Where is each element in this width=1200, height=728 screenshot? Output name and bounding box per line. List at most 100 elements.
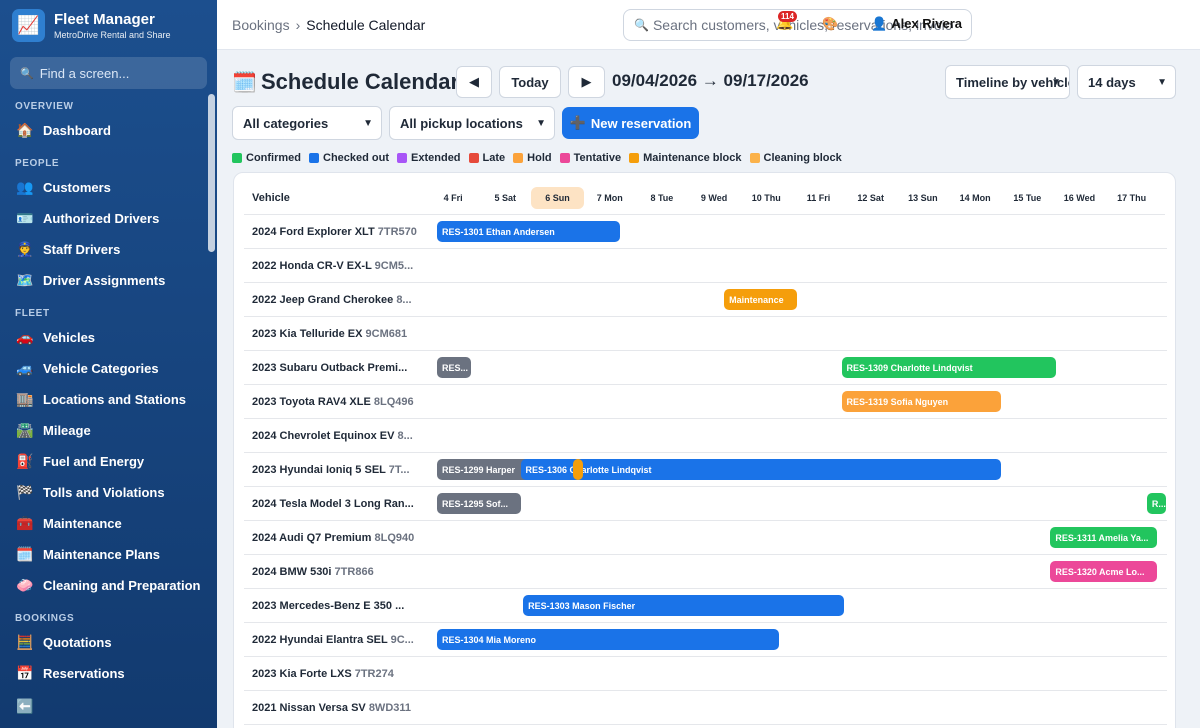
view-mode-select[interactable]: Timeline by vehicle ▼ xyxy=(945,65,1070,99)
next-range-button[interactable]: ▶ xyxy=(568,66,605,98)
sidebar-item-label: Vehicle Categories xyxy=(43,361,159,376)
vehicle-name[interactable]: 2023 Mercedes-Benz E 350 ... xyxy=(252,600,418,612)
sidebar-item-quotations[interactable]: 🧮 Quotations xyxy=(0,627,217,658)
sidebar-item-label: Mileage xyxy=(43,423,91,438)
vehicle-plate: 8WD311 xyxy=(368,702,412,714)
sidebar-item-authorized-drivers[interactable]: 🪪 Authorized Drivers xyxy=(0,203,217,234)
sidebar-item-cleaning-and-preparation[interactable]: 🧼 Cleaning and Preparation xyxy=(0,570,217,601)
vehicle-row[interactable]: 2024 BMW 530i 7TR866 xyxy=(244,555,1167,589)
day-column-header[interactable]: 4 Fri xyxy=(427,187,479,209)
sidebar-item-label: Maintenance xyxy=(43,516,122,531)
reservation-bar[interactable]: R... xyxy=(1146,493,1166,514)
nav-section-title: PEOPLE xyxy=(15,158,60,169)
vehicle-name[interactable]: 2024 Ford Explorer XLT 7TR570 xyxy=(252,226,418,238)
vehicle-row[interactable]: 2024 Tesla Model 3 Long Ran... xyxy=(244,487,1167,521)
sidebar-item-vehicles[interactable]: 🚗 Vehicles xyxy=(0,322,217,353)
reservation-bar[interactable]: RES-1320 Acme Lo... xyxy=(1050,561,1158,582)
legend-swatch xyxy=(397,153,408,163)
span-select[interactable]: 14 days ▼ xyxy=(1077,65,1176,99)
sidebar-item-vehicle-categories[interactable]: 🚙 Vehicle Categories xyxy=(0,353,217,384)
day-column-header[interactable]: 17 Thu xyxy=(1106,187,1158,209)
reservation-bar[interactable]: RES-1295 Sof... xyxy=(437,493,521,514)
suv-icon: 🚙 xyxy=(16,360,34,376)
sidebar-item-maintenance-plans[interactable]: 🗓️ Maintenance Plans xyxy=(0,539,217,570)
vehicle-name[interactable]: 2023 Hyundai Ioniq 5 SEL 7T... xyxy=(252,464,418,476)
nav-section-title: BOOKINGS xyxy=(15,613,75,624)
sidebar-item-tolls-and-violations[interactable]: 🏁 Tolls and Violations xyxy=(0,477,217,508)
vehicle-name[interactable]: 2023 Subaru Outback Premi... xyxy=(252,362,418,374)
day-column-header[interactable]: 5 Sat xyxy=(479,187,531,209)
reservation-bar[interactable]: RES-1319 Sofia Nguyen xyxy=(841,391,1001,412)
palette-icon[interactable]: 🎨 xyxy=(822,16,838,32)
day-column-header[interactable]: 16 Wed xyxy=(1053,187,1105,209)
vehicle-model: 2022 Jeep Grand Cherokee xyxy=(252,294,394,306)
vehicle-row[interactable]: 2022 Jeep Grand Cherokee 8... xyxy=(244,283,1167,317)
reservation-bar[interactable]: RES... xyxy=(437,357,471,378)
day-column-header[interactable]: 11 Fri xyxy=(792,187,844,209)
user-menu[interactable]: 👤 Alex Rivera xyxy=(871,16,962,32)
sidebar-item-reservations[interactable]: 📅 Reservations xyxy=(0,658,217,689)
collapse-sidebar-button[interactable]: ⬅️ xyxy=(0,691,217,722)
sidebar-item-locations-and-stations[interactable]: 🏬 Locations and Stations xyxy=(0,384,217,415)
reservation-bar[interactable]: RES-1306 Charlotte Lindqvist xyxy=(520,459,1001,480)
reservation-bar[interactable]: RES-1311 Amelia Ya... xyxy=(1050,527,1158,548)
vehicle-name[interactable]: 2024 Tesla Model 3 Long Ran... xyxy=(252,498,418,510)
reservation-bar[interactable]: RES-1309 Charlotte Lindqvist xyxy=(841,357,1056,378)
sidebar-item-driver-assignments[interactable]: 🗺️ Driver Assignments xyxy=(0,265,217,296)
vehicle-row[interactable]: 2022 Honda CR-V EX-L 9CM5... xyxy=(244,249,1167,283)
day-column-header[interactable]: 9 Wed xyxy=(688,187,740,209)
day-column-header[interactable]: 13 Sun xyxy=(897,187,949,209)
reservation-bar[interactable]: RES-1303 Mason Fischer xyxy=(523,595,845,616)
day-column-header[interactable]: 6 Sun xyxy=(531,187,584,209)
sidebar-item-maintenance[interactable]: 🧰 Maintenance xyxy=(0,508,217,539)
vehicle-name[interactable]: 2023 Kia Forte LXS 7TR274 xyxy=(252,668,418,680)
vehicle-name[interactable]: 2024 Audi Q7 Premium 8LQ940 xyxy=(252,532,418,544)
category-filter-select[interactable]: All categories ▼ xyxy=(232,106,382,140)
vehicle-name[interactable]: 2022 Hyundai Elantra SEL 9C... xyxy=(252,634,418,646)
vehicle-name[interactable]: 2023 Toyota RAV4 XLE 8LQ496 xyxy=(252,396,418,408)
vehicle-row[interactable]: 2024 Ford Explorer XLT 7TR570 xyxy=(244,215,1167,249)
brand[interactable]: 📈 Fleet Manager MetroDrive Rental and Sh… xyxy=(0,0,217,50)
vehicle-name[interactable]: 2023 Kia Telluride EX 9CM681 xyxy=(252,328,418,340)
day-column-header[interactable]: 10 Thu xyxy=(740,187,792,209)
vehicle-row[interactable]: 2023 Kia Forte LXS 7TR274 xyxy=(244,657,1167,691)
vehicle-name[interactable]: 2021 Nissan Versa SV 8WD311 xyxy=(252,702,418,714)
vehicle-model: 2024 Chevrolet Equinox EV xyxy=(252,430,395,442)
today-button[interactable]: Today xyxy=(499,66,561,98)
sidebar-item-staff-drivers[interactable]: 👮 Staff Drivers xyxy=(0,234,217,265)
find-screen-input[interactable]: 🔍 Find a screen... xyxy=(10,57,207,89)
date-range: 09/04/2026 → 09/17/2026 xyxy=(612,71,809,90)
vehicle-row[interactable]: 2021 Nissan Versa SV 8WD311 xyxy=(244,691,1167,725)
calendar-icon: 🗓️ xyxy=(16,546,34,562)
new-reservation-button[interactable]: ➕ New reservation xyxy=(562,107,699,139)
reservation-bar[interactable]: RES-1304 Mia Moreno xyxy=(437,629,779,650)
previous-range-button[interactable]: ◀ xyxy=(456,66,492,98)
sidebar-item-dashboard[interactable]: 🏠 Dashboard xyxy=(0,115,217,146)
reservation-bar[interactable]: Maintenance xyxy=(724,289,798,310)
location-filter-select[interactable]: All pickup locations ▼ xyxy=(389,106,555,140)
vehicle-row[interactable]: 2023 Toyota RAV4 XLE 8LQ496 xyxy=(244,385,1167,419)
sidebar-scrollbar[interactable] xyxy=(208,94,215,252)
vehicle-name[interactable]: 2022 Jeep Grand Cherokee 8... xyxy=(252,294,418,306)
vehicle-row[interactable]: 2024 Audi Q7 Premium 8LQ940 xyxy=(244,521,1167,555)
app-name: Fleet Manager xyxy=(54,10,155,28)
reservation-bar[interactable]: RES-1301 Ethan Andersen xyxy=(437,221,620,242)
legend-swatch xyxy=(513,153,524,163)
day-column-header[interactable]: 7 Mon xyxy=(584,187,636,209)
vehicle-name[interactable]: 2024 BMW 530i 7TR866 xyxy=(252,566,418,578)
vehicle-name[interactable]: 2022 Honda CR-V EX-L 9CM5... xyxy=(252,260,418,272)
day-column-header[interactable]: 14 Mon xyxy=(949,187,1001,209)
breadcrumb-bookings[interactable]: Bookings xyxy=(232,17,290,33)
vehicle-row[interactable]: 2023 Kia Telluride EX 9CM681 xyxy=(244,317,1167,351)
sidebar-item-mileage[interactable]: 🛣️ Mileage xyxy=(0,415,217,446)
sidebar-item-customers[interactable]: 👥 Customers xyxy=(0,172,217,203)
legend-item: Maintenance block xyxy=(629,152,742,164)
day-column-header[interactable]: 12 Sat xyxy=(845,187,897,209)
day-column-header[interactable]: 8 Tue xyxy=(636,187,688,209)
day-column-header[interactable]: 15 Tue xyxy=(1001,187,1053,209)
vehicle-row[interactable]: 2024 Chevrolet Equinox EV 8... xyxy=(244,419,1167,453)
page-title: Schedule Calendar xyxy=(261,69,460,94)
block-marker[interactable] xyxy=(572,459,584,480)
sidebar-item-fuel-and-energy[interactable]: ⛽ Fuel and Energy xyxy=(0,446,217,477)
vehicle-name[interactable]: 2024 Chevrolet Equinox EV 8... xyxy=(252,430,418,442)
